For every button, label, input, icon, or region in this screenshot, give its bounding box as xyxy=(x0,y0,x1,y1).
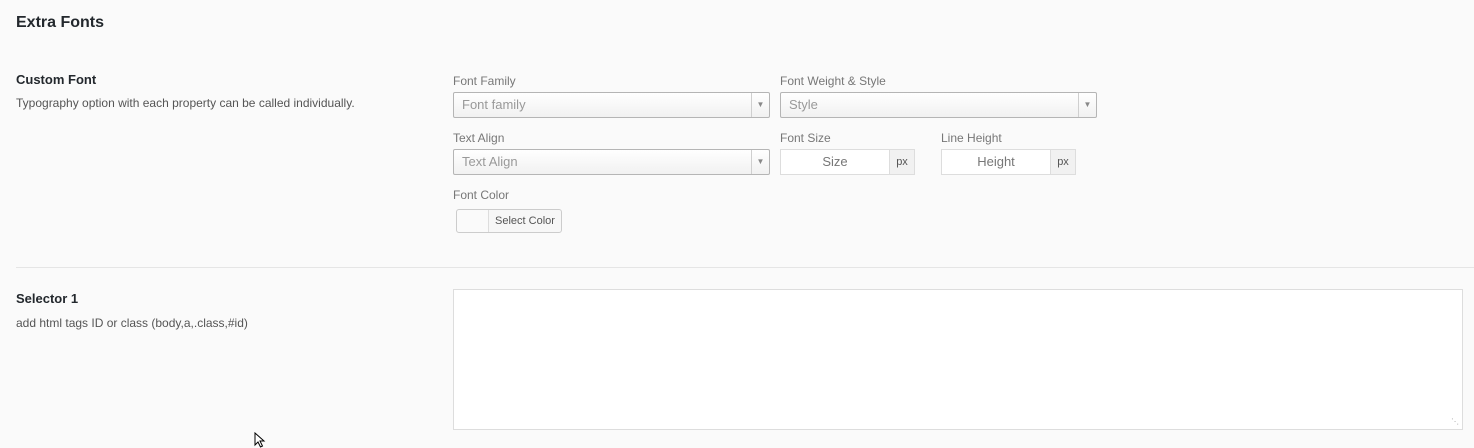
custom-font-title: Custom Font xyxy=(16,72,97,87)
select-color-button[interactable]: Select Color xyxy=(456,209,562,233)
chevron-down-icon: ▼ xyxy=(751,150,769,174)
chevron-down-icon: ▼ xyxy=(751,93,769,117)
line-height-label: Line Height xyxy=(941,131,1002,145)
font-weight-style-select[interactable]: Style ▼ xyxy=(780,92,1097,118)
resize-handle-icon[interactable]: ⋱ xyxy=(1451,418,1459,426)
font-weight-style-label: Font Weight & Style xyxy=(780,74,886,88)
font-family-label: Font Family xyxy=(453,74,516,88)
selector-1-title: Selector 1 xyxy=(16,291,79,306)
font-weight-style-placeholder: Style xyxy=(789,97,818,112)
line-height-placeholder: Height xyxy=(977,154,1015,169)
font-family-select[interactable]: Font family ▼ xyxy=(453,92,770,118)
font-family-placeholder: Font family xyxy=(462,97,526,112)
section-divider xyxy=(16,267,1474,268)
chevron-down-icon: ▼ xyxy=(1078,93,1096,117)
font-size-input[interactable]: Size xyxy=(780,149,890,175)
line-height-unit: px xyxy=(1051,149,1076,175)
font-size-placeholder: Size xyxy=(822,154,848,169)
text-align-placeholder: Text Align xyxy=(462,154,518,169)
section-title: Extra Fonts xyxy=(16,14,105,31)
custom-font-description: Typography option with each property can… xyxy=(16,96,355,110)
text-align-label: Text Align xyxy=(453,131,505,145)
font-size-unit: px xyxy=(890,149,915,175)
text-align-select[interactable]: Text Align ▼ xyxy=(453,149,770,175)
selector-1-description: add html tags ID or class (body,a,.class… xyxy=(16,316,248,330)
font-color-label: Font Color xyxy=(453,188,510,202)
selector-1-textarea[interactable]: ⋱ xyxy=(453,289,1463,430)
settings-page: Extra Fonts Custom Font Typography optio… xyxy=(0,0,1474,448)
line-height-input[interactable]: Height xyxy=(941,149,1051,175)
font-size-label: Font Size xyxy=(780,131,831,145)
mouse-pointer-icon xyxy=(254,432,266,448)
select-color-label: Select Color xyxy=(495,215,555,227)
color-swatch xyxy=(457,210,489,232)
